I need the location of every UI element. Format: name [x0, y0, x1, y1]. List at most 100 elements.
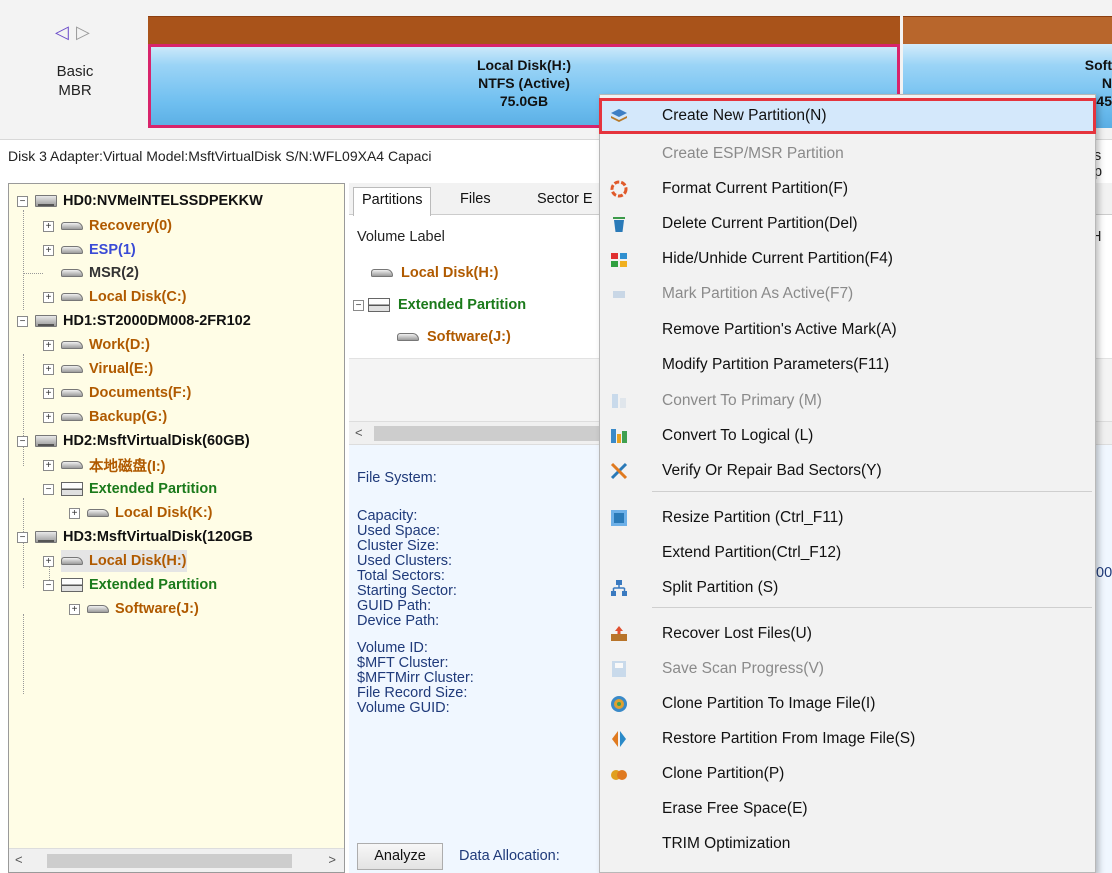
tree-partition-node[interactable]: Recovery(0) [61, 215, 172, 237]
expand-icon[interactable]: + [43, 412, 54, 423]
menu-item-save-scan-progress[interactable]: Save Scan Progress(V) [600, 652, 1095, 686]
tree-node-label: HD2:MsftVirtualDisk(60GB) [63, 433, 250, 449]
menu-item-label: Modify Partition Parameters(F11) [662, 356, 890, 373]
volume-icon [61, 246, 83, 254]
expand-icon[interactable]: + [43, 221, 54, 232]
partition-row[interactable]: Software(J:) [397, 324, 511, 350]
prev-disk-icon[interactable]: ◁ [55, 22, 69, 43]
tree-partition-node[interactable]: Local Disk(C:) [61, 286, 187, 308]
collapse-icon[interactable]: − [17, 316, 28, 327]
scroll-thumb[interactable] [47, 854, 292, 868]
tree-partition-node[interactable]: Local Disk(H:) [61, 550, 187, 572]
expand-icon[interactable]: + [43, 245, 54, 256]
tree-partition-node[interactable]: Backup(G:) [61, 406, 167, 428]
menu-item-delete-current-partition[interactable]: Delete Current Partition(Del) [600, 207, 1095, 241]
extended-bar-right [903, 16, 1112, 44]
menu-item-trim-optimization[interactable]: TRIM Optimization [600, 827, 1095, 861]
menu-item-label: Save Scan Progress(V) [662, 660, 824, 677]
expand-icon[interactable]: + [69, 508, 80, 519]
menu-item-extend-partition[interactable]: Extend Partition(Ctrl_F12) [600, 536, 1095, 570]
tree-node-label: Extended Partition [89, 481, 218, 497]
menu-item-restore-partition-from-image-file[interactable]: Restore Partition From Image File(S) [600, 722, 1095, 756]
collapse-icon[interactable]: − [17, 532, 28, 543]
scroll-right-icon[interactable]: > [328, 852, 336, 867]
scroll-left-icon[interactable]: < [355, 425, 363, 440]
row-label: Extended Partition [398, 297, 527, 313]
menu-item-erase-free-space[interactable]: Erase Free Space(E) [600, 792, 1095, 826]
expand-icon[interactable]: + [43, 460, 54, 471]
label-volume-id: Volume ID: [357, 640, 428, 656]
menu-item-label: Create New Partition(N) [662, 107, 827, 124]
menu-item-clone-partition-to-image-file[interactable]: Clone Partition To Image File(I) [600, 687, 1095, 721]
menu-item-verify-or-repair-bad-sectors[interactable]: Verify Or Repair Bad Sectors(Y) [600, 454, 1095, 488]
menu-item-format-current-partition[interactable]: Format Current Partition(F) [600, 172, 1095, 206]
tree-disk-node[interactable]: HD0:NVMeINTELSSDPEKKW [35, 190, 263, 212]
menu-item-hide-unhide-current-partition[interactable]: Hide/Unhide Current Partition(F4) [600, 242, 1095, 276]
tree-node-label: Software(J:) [115, 601, 199, 617]
tab-files[interactable]: Files [452, 187, 499, 216]
tree-disk-node[interactable]: HD3:MsftVirtualDisk(120GB [35, 526, 253, 548]
volume-icon [397, 333, 419, 341]
menu-item-create-esp-msr-partition[interactable]: Create ESP/MSR Partition [600, 137, 1095, 171]
menu-item-resize-partition[interactable]: Resize Partition (Ctrl_F11) [600, 501, 1095, 535]
hard-disk-icon [35, 435, 57, 447]
partition-row[interactable]: − Extended Partition [353, 292, 526, 318]
menu-item-split-partition[interactable]: Split Partition (S) [600, 571, 1095, 605]
tab-sector-editor[interactable]: Sector E [529, 187, 601, 216]
partition-row[interactable]: Local Disk(H:) [371, 260, 499, 286]
tree-partition-node[interactable]: Virual(E:) [61, 358, 153, 380]
tree-partition-node[interactable]: Documents(F:) [61, 382, 191, 404]
tab-partitions[interactable]: Partitions [353, 187, 432, 216]
save-icon [610, 660, 628, 678]
tree-horizontal-scrollbar[interactable]: < > [9, 848, 344, 872]
label-starting-sector: Starting Sector: [357, 583, 457, 599]
expand-icon[interactable]: + [69, 604, 80, 615]
expand-icon[interactable]: + [43, 364, 54, 375]
menu-item-mark-partition-as-active[interactable]: Mark Partition As Active(F7) [600, 277, 1095, 311]
menu-item-label: Erase Free Space(E) [662, 800, 808, 817]
disk-info-tail: s p [1094, 148, 1103, 180]
tree-partition-node[interactable]: ESP(1) [61, 239, 136, 261]
collapse-icon[interactable]: − [43, 580, 54, 591]
menu-separator [652, 607, 1092, 608]
tree-node-label: Local Disk(C:) [89, 289, 187, 305]
disk-type-label: Basic MBR [40, 62, 110, 100]
tree-disk-node[interactable]: HD2:MsftVirtualDisk(60GB) [35, 430, 250, 452]
expand-icon[interactable]: + [43, 340, 54, 351]
menu-item-recover-lost-files[interactable]: Recover Lost Files(U) [600, 617, 1095, 651]
volume-icon [61, 365, 83, 373]
menu-item-create-new-partition[interactable]: Create New Partition(N) [599, 98, 1096, 134]
collapse-icon[interactable]: − [353, 299, 364, 311]
column-header-volume-label[interactable]: Volume Label [357, 229, 445, 245]
menu-item-convert-to-logical[interactable]: Convert To Logical (L) [600, 419, 1095, 453]
expand-icon[interactable]: + [43, 388, 54, 399]
scroll-left-icon[interactable]: < [15, 852, 23, 867]
collapse-icon[interactable]: − [17, 436, 28, 447]
tree-partition-node[interactable]: Local Disk(K:) [87, 502, 213, 524]
collapse-icon[interactable]: − [17, 196, 28, 207]
tree-partition-node[interactable]: 本地磁盘(I:) [61, 454, 166, 476]
volume-icon [61, 293, 83, 301]
collapse-icon[interactable]: − [43, 484, 54, 495]
tree-partition-node[interactable]: Work(D:) [61, 334, 150, 356]
convert-logical-icon [610, 427, 628, 445]
analyze-button[interactable]: Analyze [357, 843, 443, 870]
menu-item-clone-partition[interactable]: Clone Partition(P) [600, 757, 1095, 791]
tree-disk-node[interactable]: HD1:ST2000DM008-2FR102 [35, 310, 251, 332]
tree-partition-node[interactable]: MSR(2) [61, 262, 139, 284]
menu-item-modify-partition-parameters[interactable]: Modify Partition Parameters(F11) [600, 348, 1095, 382]
expand-icon[interactable]: + [43, 556, 54, 567]
tree-partition-node[interactable]: Extended Partition [61, 574, 217, 596]
menu-item-label: Create ESP/MSR Partition [662, 145, 844, 162]
tree-partition-node[interactable]: Extended Partition [61, 478, 217, 500]
mark-active-icon [610, 285, 628, 303]
tree-node-label: Local Disk(H:) [89, 553, 187, 569]
menu-item-label: Mark Partition As Active(F7) [662, 285, 854, 302]
next-disk-icon[interactable]: ▷ [76, 22, 90, 43]
tree-partition-node[interactable]: Software(J:) [87, 598, 199, 620]
expand-icon[interactable]: + [43, 292, 54, 303]
menu-item-remove-partition-s-active-mark[interactable]: Remove Partition's Active Mark(A) [600, 313, 1095, 347]
scroll-thumb[interactable] [374, 426, 604, 441]
tree-node-label: HD1:ST2000DM008-2FR102 [63, 313, 251, 329]
menu-item-convert-to-primary[interactable]: Convert To Primary (M) [600, 384, 1095, 418]
